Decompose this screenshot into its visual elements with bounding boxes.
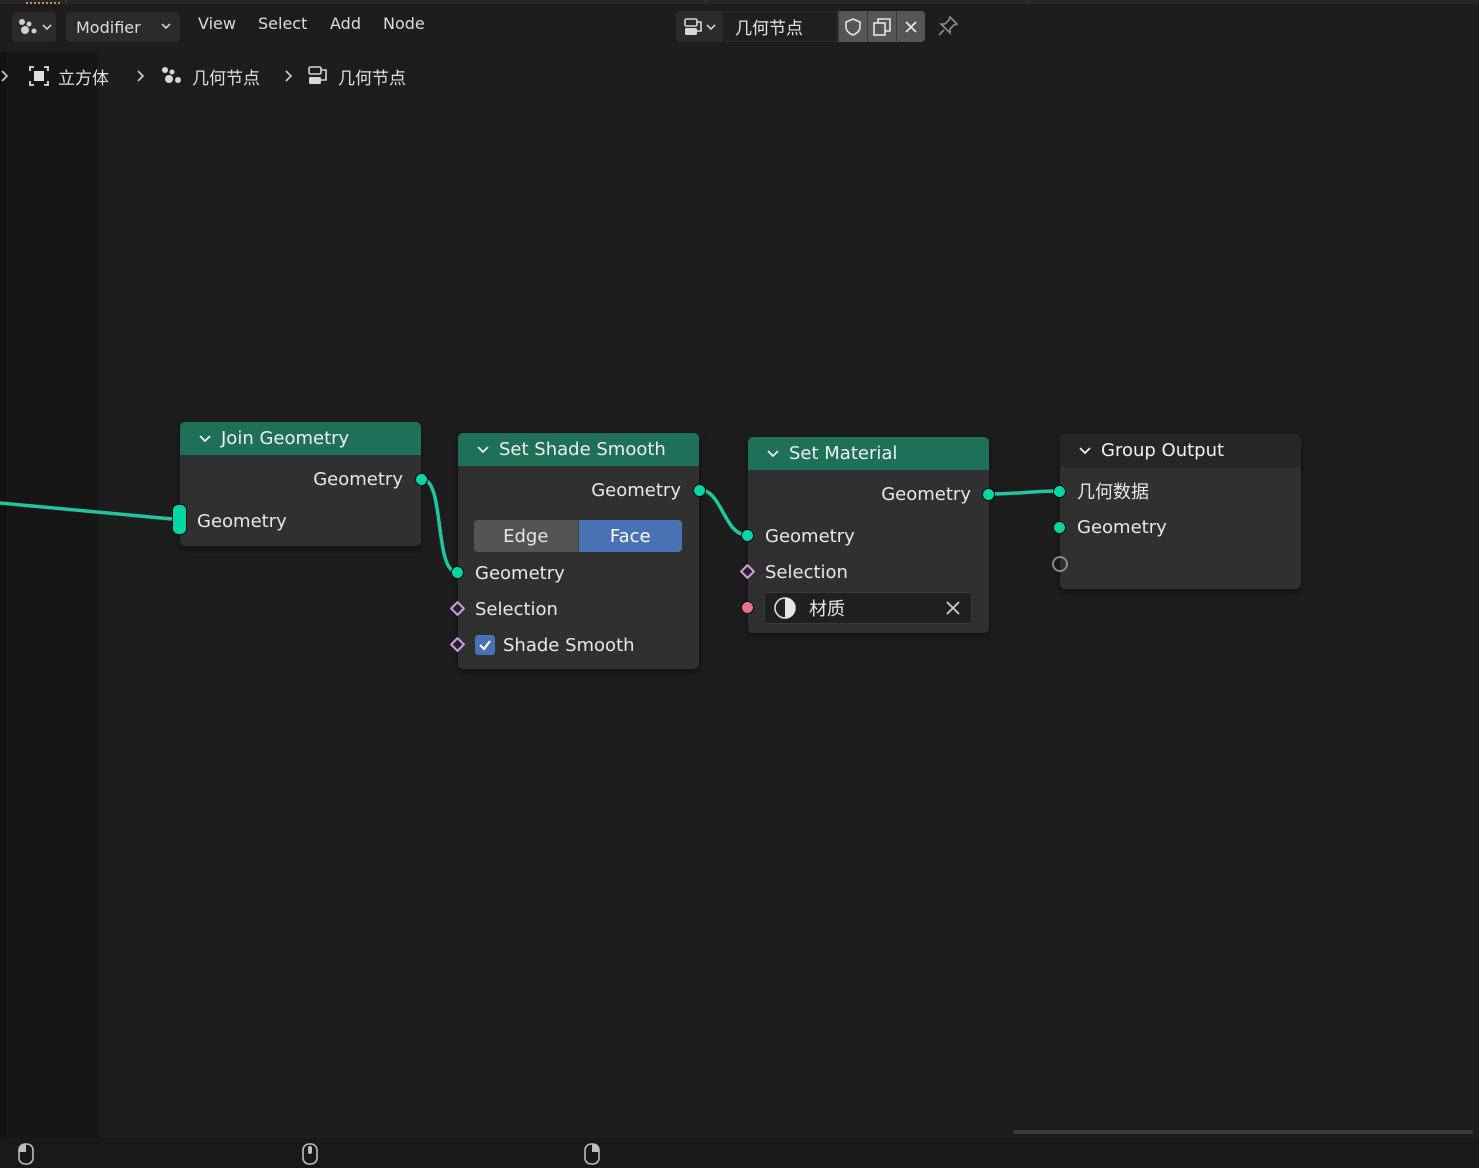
node-header[interactable]: Group Output: [1060, 434, 1301, 467]
node-link: [0, 501, 173, 521]
geometry-input-socket[interactable]: [1053, 485, 1066, 498]
socket-label: Geometry: [313, 468, 403, 490]
socket-label: Geometry: [1077, 516, 1167, 538]
material-icon: [774, 597, 796, 619]
node-title: Group Output: [1101, 440, 1225, 461]
chevron-down-icon[interactable]: [198, 434, 212, 444]
node-header[interactable]: Set Material: [748, 437, 989, 470]
node-group-output[interactable]: Group Output 几何数据 Geometry: [1052, 434, 1301, 589]
shade-smooth-checkbox[interactable]: [475, 635, 495, 655]
node-header[interactable]: Join Geometry: [180, 422, 421, 455]
material-selector[interactable]: 材质: [764, 592, 972, 624]
input-socket-row: Geometry: [180, 508, 421, 534]
geometry-output-socket[interactable]: [693, 484, 706, 497]
socket-label: 几何数据: [1077, 482, 1149, 503]
input-socket-row: Geometry: [748, 523, 989, 549]
geometry-input-socket[interactable]: [451, 566, 464, 579]
geometry-input-socket[interactable]: [1053, 521, 1066, 534]
material-name: 材质: [809, 599, 845, 620]
chevron-down-icon[interactable]: [476, 445, 490, 455]
checkmark-icon: [479, 640, 491, 651]
node-header[interactable]: Set Shade Smooth: [458, 433, 699, 466]
node-join-geometry[interactable]: Join Geometry Geometry Geometry: [172, 422, 428, 546]
chevron-down-icon[interactable]: [1078, 446, 1092, 456]
chevron-down-icon[interactable]: [766, 449, 780, 459]
output-socket-row: Geometry: [458, 477, 699, 503]
mouse-right-icon: [584, 1143, 600, 1165]
mouse-left-icon: [18, 1143, 34, 1165]
geometry-multi-input-socket[interactable]: [172, 504, 187, 535]
input-socket-row: Geometry: [1060, 514, 1301, 540]
input-socket-row: Selection: [458, 596, 699, 622]
socket-label: Geometry: [881, 483, 971, 505]
geometry-output-socket[interactable]: [982, 488, 995, 501]
material-input-socket[interactable]: [741, 601, 754, 614]
node-set-material[interactable]: Set Material Geometry Geometry Selection…: [739, 437, 995, 633]
horizontal-scrollbar[interactable]: [1013, 1130, 1473, 1134]
node-set-shade-smooth[interactable]: Set Shade Smooth Geometry Edge Face Geom…: [449, 433, 706, 669]
input-socket-row: Geometry: [458, 560, 699, 586]
domain-toggle: Edge Face: [474, 520, 682, 552]
close-icon[interactable]: [945, 600, 961, 616]
socket-label: Geometry: [765, 525, 855, 547]
socket-label: Selection: [765, 561, 848, 583]
geometry-output-socket[interactable]: [415, 473, 428, 486]
socket-label: Geometry: [197, 510, 287, 532]
output-socket-row: Geometry: [180, 466, 421, 492]
socket-label: Selection: [475, 598, 558, 620]
input-socket-row: 几何数据: [1060, 478, 1301, 504]
domain-edge-button[interactable]: Edge: [474, 520, 579, 552]
socket-label: Geometry: [591, 479, 681, 501]
domain-face-button[interactable]: Face: [578, 520, 682, 552]
geometry-input-socket[interactable]: [741, 529, 754, 542]
node-link: [988, 489, 1060, 496]
shade-smooth-row: Shade Smooth: [458, 632, 699, 658]
status-bar: [0, 1138, 1479, 1168]
mouse-middle-icon: [302, 1143, 318, 1165]
node-title: Join Geometry: [221, 428, 350, 449]
output-socket-row: Geometry: [748, 481, 989, 507]
empty-virtual-socket[interactable]: [1052, 556, 1068, 572]
input-socket-row: Selection: [748, 559, 989, 585]
node-title: Set Shade Smooth: [499, 439, 666, 460]
socket-label: Geometry: [475, 562, 565, 584]
node-link: [421, 477, 458, 574]
node-title: Set Material: [789, 443, 898, 464]
socket-label: Shade Smooth: [503, 634, 635, 656]
node-link: [699, 488, 748, 537]
